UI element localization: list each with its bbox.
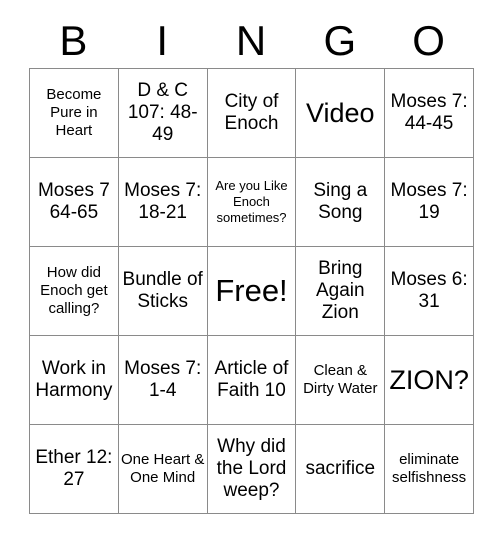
bingo-cell[interactable]: Moses 7: 44-45 [384,68,474,158]
bingo-cell-label: Sing a Song [313,180,368,223]
bingo-cell[interactable]: Video [295,68,386,158]
bingo-cell[interactable]: Moses 7 64-65 [29,157,119,247]
bingo-cell-label: One Heart & One Mind [121,451,205,486]
bingo-header: B I N G O [29,14,473,68]
bingo-row: Ether 12: 27 One Heart & One Mind Why di… [29,424,474,514]
bingo-grid: Become Pure in Heart D & C 107: 48-49 Ci… [29,68,474,514]
bingo-cell[interactable]: D & C 107: 48-49 [117,68,208,158]
header-letter-n: N [235,17,267,64]
bingo-cell[interactable]: Moses 7: 1-4 [117,335,208,425]
bingo-cell[interactable]: Are you Like Enoch sometimes? [206,157,297,247]
bingo-cell-label: Moses 7 64-65 [37,180,110,223]
bingo-cell-label: eliminate selfishness [391,451,467,486]
bingo-cell-label: ZION? [389,364,469,395]
bingo-cell-label: Clean & Dirty Water [303,362,378,397]
bingo-cell-label: City of Enoch [224,91,279,134]
bingo-cell[interactable]: Bring Again Zion [295,246,386,336]
bingo-cell[interactable]: Sing a Song [295,157,386,247]
bingo-cell[interactable]: City of Enoch [206,68,297,158]
bingo-row: Work in Harmony Moses 7: 1-4 Article of … [29,335,474,425]
bingo-row: Moses 7 64-65 Moses 7: 18-21 Are you Lik… [29,157,474,247]
bingo-cell[interactable]: Moses 7: 18-21 [117,157,208,247]
bingo-cell[interactable]: Work in Harmony [29,335,119,425]
bingo-cell[interactable]: Moses 7: 19 [384,157,474,247]
bingo-cell-label: Moses 7: 1-4 [124,358,202,401]
bingo-cell-label: Bundle of Sticks [122,269,203,312]
bingo-cell-label: Moses 6: 31 [390,269,468,312]
bingo-cell-free[interactable]: Free! [206,246,297,336]
bingo-cell[interactable]: ZION? [384,335,474,425]
bingo-cell[interactable]: Become Pure in Heart [29,68,119,158]
bingo-cell[interactable]: Bundle of Sticks [117,246,208,336]
bingo-cell-label: Article of Faith 10 [214,358,289,401]
bingo-cell-label: sacrifice [305,458,376,479]
header-letter-b: B [59,17,88,64]
bingo-cell[interactable]: One Heart & One Mind [117,424,208,514]
bingo-cell[interactable]: eliminate selfishness [384,424,474,514]
bingo-cell-label: Become Pure in Heart [46,86,102,139]
bingo-cell[interactable]: How did Enoch get calling? [29,246,119,336]
bingo-cell-label: Moses 7: 19 [390,180,468,223]
bingo-cell[interactable]: Why did the Lord weep? [206,424,297,514]
header-letter-o: O [412,17,445,64]
bingo-row: Become Pure in Heart D & C 107: 48-49 Ci… [29,68,474,158]
header-letter-i: I [156,17,169,64]
bingo-cell[interactable]: sacrifice [295,424,386,514]
bingo-cell-label: How did Enoch get calling? [40,264,108,317]
bingo-free-label: Free! [215,273,288,308]
bingo-cell-label: Moses 7: 44-45 [390,91,468,134]
bingo-cell[interactable]: Moses 6: 31 [384,246,474,336]
bingo-row: How did Enoch get calling? Bundle of Sti… [29,246,474,336]
bingo-cell-label: D & C 107: 48-49 [127,80,198,145]
bingo-cell-label: Are you Like Enoch sometimes? [215,178,288,225]
bingo-cell-label: Why did the Lord weep? [216,436,287,501]
bingo-cell[interactable]: Ether 12: 27 [29,424,119,514]
bingo-cell-label: Moses 7: 18-21 [124,180,202,223]
bingo-cell-label: Video [306,97,375,128]
bingo-card: B I N G O Become Pure in Heart D & C 107… [0,0,500,544]
bingo-cell-label: Work in Harmony [35,358,113,401]
bingo-cell[interactable]: Clean & Dirty Water [295,335,386,425]
bingo-cell-label: Bring Again Zion [315,258,365,323]
header-letter-g: G [323,17,357,64]
bingo-cell[interactable]: Article of Faith 10 [206,335,297,425]
bingo-cell-label: Ether 12: 27 [35,447,113,490]
